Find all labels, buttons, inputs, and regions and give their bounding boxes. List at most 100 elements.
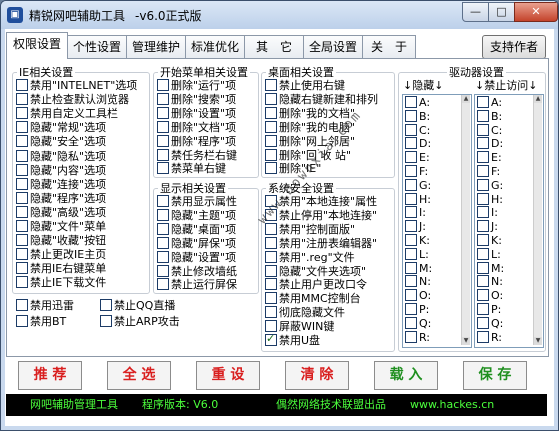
security-option-checkbox[interactable]: 禁止停用"本地连接": [265, 208, 377, 223]
ie-option-checkbox[interactable]: 禁止更改IE主页: [16, 248, 106, 262]
hide-drive-checkbox[interactable]: N:: [405, 275, 431, 289]
checkbox-box[interactable]: [265, 222, 277, 235]
checkbox-box[interactable]: [157, 250, 169, 263]
block-drive-checkbox[interactable]: D:: [477, 137, 503, 151]
block-drive-checkbox[interactable]: N:: [477, 275, 503, 289]
checkbox-box[interactable]: [405, 247, 417, 260]
security-option-checkbox[interactable]: 屏蔽WIN键: [265, 320, 334, 334]
hide-drive-checkbox[interactable]: A:: [405, 96, 430, 110]
checkbox-box[interactable]: [477, 316, 489, 329]
desktop-option-checkbox[interactable]: 删除"我的文档": [265, 106, 355, 121]
block-drive-checkbox[interactable]: L:: [477, 247, 501, 262]
checkbox-box[interactable]: [405, 303, 417, 315]
checkbox-box[interactable]: [477, 261, 489, 274]
checkbox-box[interactable]: [405, 178, 417, 191]
start-menu-option-checkbox[interactable]: 删除"程序"项: [157, 134, 236, 149]
hide-drive-checkbox[interactable]: F:: [405, 165, 428, 179]
checkbox-box[interactable]: [477, 109, 489, 122]
checkbox-box[interactable]: [477, 234, 489, 246]
start-menu-option-checkbox[interactable]: 禁任务栏右键: [157, 148, 237, 163]
checkbox-box[interactable]: [157, 278, 169, 291]
checkbox-box[interactable]: [16, 121, 28, 134]
block-drives-scrollbar[interactable]: ▲ ▼: [533, 95, 542, 345]
block-drive-checkbox[interactable]: A:: [477, 96, 502, 110]
security-option-checkbox[interactable]: 禁止用户更改口令: [265, 278, 367, 292]
reset-button[interactable]: 重 设: [196, 361, 260, 390]
checkbox-box[interactable]: [477, 151, 489, 164]
checkbox-box[interactable]: [157, 195, 169, 207]
checkbox-box[interactable]: [477, 330, 489, 343]
hide-drive-checkbox[interactable]: G:: [405, 178, 431, 193]
checkbox-box[interactable]: [405, 96, 417, 108]
ie-option-checkbox[interactable]: 隐藏"程序"选项: [16, 191, 106, 206]
checkbox-box[interactable]: [16, 299, 28, 311]
checkbox-box[interactable]: [157, 120, 169, 133]
checkbox-box[interactable]: [16, 205, 28, 218]
block-drive-checkbox[interactable]: G:: [477, 178, 503, 193]
checkbox-box[interactable]: [265, 278, 277, 291]
hide-drive-checkbox[interactable]: E:: [405, 151, 430, 165]
minimize-button[interactable]: —: [462, 2, 489, 22]
checkbox-box[interactable]: [265, 264, 277, 277]
desktop-option-checkbox[interactable]: 删除"IE": [265, 162, 321, 176]
checkbox-box[interactable]: [157, 92, 169, 105]
ie-option-checkbox[interactable]: 禁用自定义工具栏: [16, 107, 118, 121]
checkbox-box[interactable]: [16, 163, 28, 176]
checkbox-box[interactable]: [157, 264, 169, 277]
block-drive-checkbox[interactable]: B:: [477, 109, 502, 124]
clear-button[interactable]: 清 除: [285, 361, 349, 390]
save-button[interactable]: 保 存: [463, 361, 527, 390]
checkbox-box[interactable]: [405, 234, 417, 246]
checkbox-box[interactable]: [265, 79, 277, 91]
checkbox-box[interactable]: [157, 236, 169, 249]
desktop-option-checkbox[interactable]: 禁止使用右键: [265, 79, 345, 93]
checkbox-box[interactable]: [477, 220, 489, 233]
scroll-up-arrow-icon[interactable]: ▲: [534, 95, 542, 103]
block-drive-checkbox[interactable]: E:: [477, 151, 502, 165]
ie-option-checkbox[interactable]: 隐藏"高级"选项: [16, 205, 106, 220]
hide-drive-checkbox[interactable]: K:: [405, 234, 430, 248]
block-drive-checkbox[interactable]: I:: [477, 206, 498, 220]
ie-option-checkbox[interactable]: 禁用IE右键菜单: [16, 262, 106, 276]
checkbox-box[interactable]: [100, 299, 112, 311]
display-option-checkbox[interactable]: 禁用显示属性: [157, 195, 237, 209]
block-drive-checkbox[interactable]: R:: [477, 330, 502, 345]
tab-maintenance[interactable]: 管理维护: [126, 35, 186, 58]
desktop-option-checkbox[interactable]: 删除"回 收 站": [265, 148, 351, 163]
security-option-checkbox[interactable]: 彻底隐藏文件: [265, 306, 345, 320]
block-drive-checkbox[interactable]: O:: [477, 289, 503, 303]
security-option-checkbox[interactable]: 禁用".reg"文件: [265, 250, 355, 265]
tab-about[interactable]: 关 于: [362, 35, 416, 58]
checkbox-box[interactable]: [16, 234, 28, 247]
checkbox-box[interactable]: [16, 177, 28, 190]
hide-drive-checkbox[interactable]: O:: [405, 289, 431, 303]
checkbox-box[interactable]: [16, 248, 28, 261]
close-button[interactable]: ✕: [514, 2, 558, 22]
checkbox-box[interactable]: [16, 191, 28, 204]
tab-permissions[interactable]: 权限设置: [6, 32, 68, 59]
security-option-checkbox[interactable]: 禁用"控制面版": [265, 222, 355, 237]
title-bar[interactable]: ▣ 精锐网吧辅助工具 -v6.0正式版 — □ ✕: [1, 1, 558, 29]
hide-drive-checkbox[interactable]: D:: [405, 137, 431, 151]
hide-drives-scrollbar[interactable]: ▲ ▼: [461, 95, 470, 345]
hide-drive-checkbox[interactable]: Q:: [405, 316, 431, 331]
checkbox-box[interactable]: [405, 192, 417, 205]
display-option-checkbox[interactable]: 隐藏"主题"项: [157, 208, 236, 223]
checkbox-box[interactable]: [405, 165, 417, 177]
checkbox-box[interactable]: [16, 276, 28, 289]
checkbox-box[interactable]: [16, 262, 28, 275]
hide-drive-checkbox[interactable]: H:: [405, 192, 431, 207]
checkbox-box[interactable]: [477, 165, 489, 177]
disable-bt-checkbox[interactable]: 禁用BT: [16, 315, 66, 329]
start-menu-option-checkbox[interactable]: 禁菜单右键: [157, 162, 226, 176]
checkbox-box[interactable]: [16, 107, 28, 120]
checkbox-box[interactable]: [477, 137, 489, 150]
checkbox-box[interactable]: [477, 275, 489, 288]
block-drive-checkbox[interactable]: Q:: [477, 316, 503, 331]
security-option-checkbox[interactable]: 禁用U盘: [265, 332, 320, 348]
tab-optimize[interactable]: 标准优化: [185, 35, 245, 58]
support-author-button[interactable]: 支持作者: [482, 35, 546, 59]
ie-option-checkbox[interactable]: 隐藏"连接"选项: [16, 177, 106, 192]
checkbox-box[interactable]: [265, 148, 277, 161]
checkbox-box[interactable]: [157, 222, 169, 235]
